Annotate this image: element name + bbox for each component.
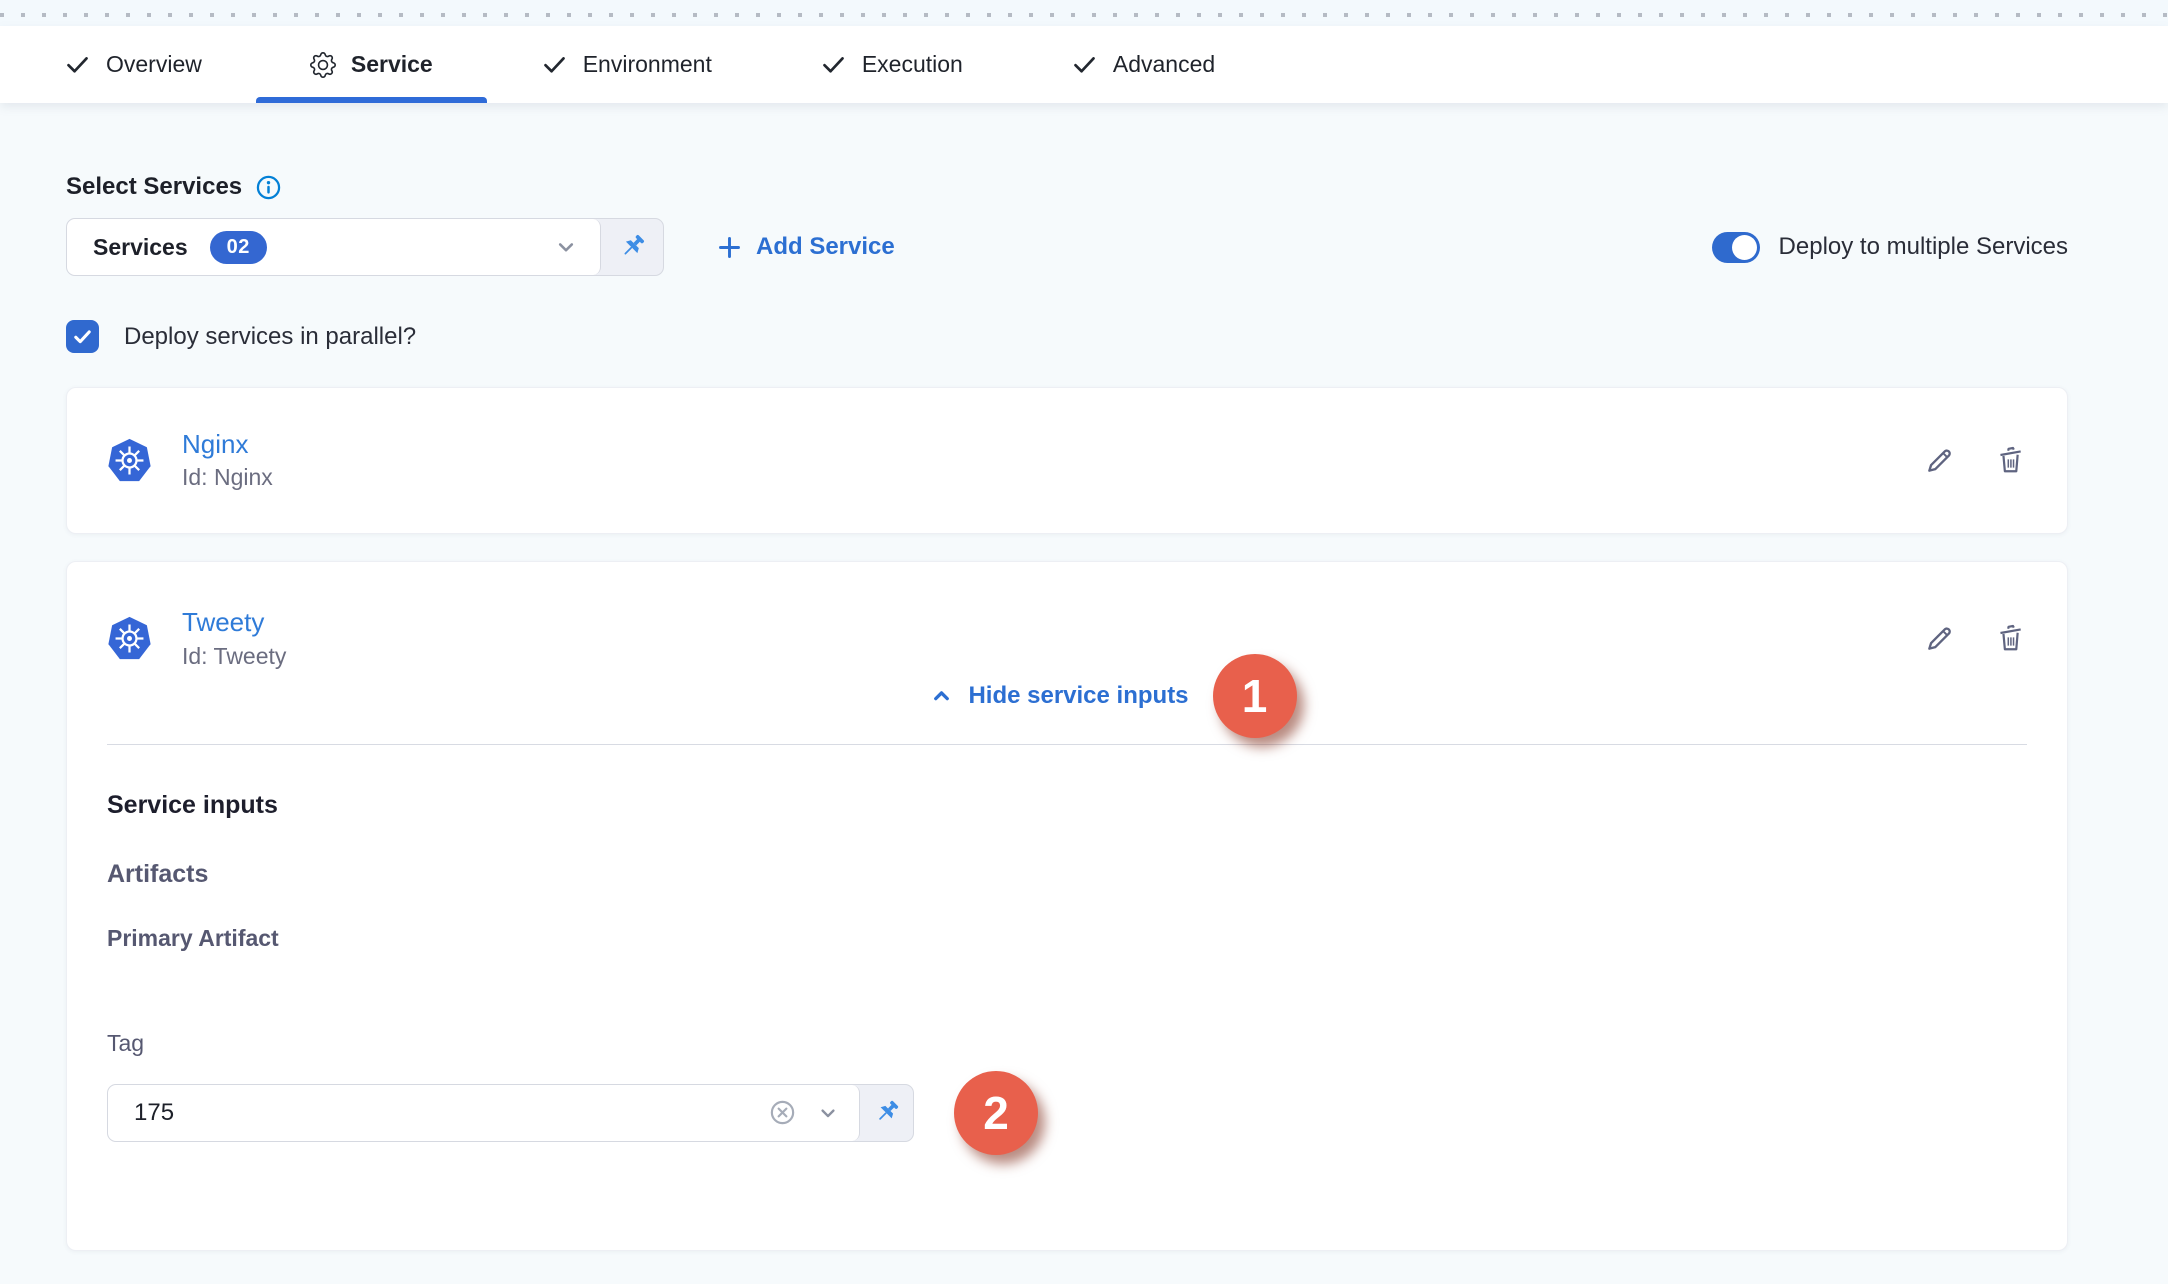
service-card-tweety: Tweety Id: Tweety Hide service inputs 1 xyxy=(66,561,2068,1251)
tab-advanced[interactable]: Advanced xyxy=(1017,26,1269,103)
services-dropdown-value: Services xyxy=(93,234,188,261)
check-icon xyxy=(64,51,91,78)
pencil-icon xyxy=(1923,622,1956,655)
delete-service-button[interactable] xyxy=(1994,622,2027,655)
deploy-parallel-checkbox[interactable] xyxy=(66,320,99,353)
tab-label: Service xyxy=(351,51,433,78)
tab-service[interactable]: Service xyxy=(256,26,487,103)
kubernetes-icon xyxy=(107,616,152,661)
chevron-down-icon xyxy=(552,233,580,261)
select-services-label: Select Services xyxy=(66,173,242,201)
hide-service-inputs-label: Hide service inputs xyxy=(968,682,1188,710)
artifacts-heading: Artifacts xyxy=(107,860,2027,889)
check-icon xyxy=(820,51,847,78)
primary-artifact-heading: Primary Artifact xyxy=(107,925,2027,952)
service-name-link[interactable]: Tweety xyxy=(182,608,286,637)
info-icon[interactable] xyxy=(255,174,282,201)
trash-icon xyxy=(1994,622,2027,655)
tab-environment[interactable]: Environment xyxy=(487,26,766,103)
chevron-down-icon[interactable] xyxy=(815,1100,841,1126)
tab-label: Environment xyxy=(583,51,712,78)
tag-input-group xyxy=(107,1084,914,1142)
plus-icon xyxy=(716,234,743,261)
services-dropdown-group: Services 02 xyxy=(66,218,664,276)
kubernetes-icon xyxy=(107,438,152,483)
tag-input[interactable] xyxy=(134,1099,768,1127)
add-service-label: Add Service xyxy=(756,233,895,261)
tag-field-label: Tag xyxy=(107,1030,2027,1057)
tab-label: Overview xyxy=(106,51,202,78)
annotation-badge-1: 1 xyxy=(1213,654,1297,738)
service-card-nginx: Nginx Id: Nginx xyxy=(66,387,2068,534)
clear-icon[interactable] xyxy=(768,1098,797,1127)
edit-service-button[interactable] xyxy=(1923,444,1956,477)
service-id: Id: Nginx xyxy=(182,464,273,491)
annotation-badge-2: 2 xyxy=(954,1071,1038,1155)
service-tab-content: Select Services Services 02 Add Service … xyxy=(0,173,2168,1251)
tag-input-box xyxy=(108,1085,860,1141)
service-name-link[interactable]: Nginx xyxy=(182,430,273,459)
hide-service-inputs-link[interactable]: Hide service inputs xyxy=(929,682,1188,710)
dotted-border xyxy=(0,13,2168,17)
check-icon xyxy=(541,51,568,78)
tab-label: Execution xyxy=(862,51,963,78)
deploy-multiple-toggle[interactable] xyxy=(1712,232,1760,263)
edit-service-button[interactable] xyxy=(1923,622,1956,655)
add-service-button[interactable]: Add Service xyxy=(716,233,895,261)
card-divider xyxy=(107,744,2027,745)
gear-icon xyxy=(310,52,336,78)
pin-icon xyxy=(617,232,647,262)
services-count-badge: 02 xyxy=(210,231,267,264)
pin-icon xyxy=(872,1098,901,1127)
tag-pin-button[interactable] xyxy=(860,1085,913,1141)
check-icon xyxy=(71,325,94,348)
deploy-multiple-toggle-label: Deploy to multiple Services xyxy=(1779,233,2068,261)
chevron-up-icon xyxy=(929,683,954,708)
top-dotted-strip xyxy=(0,0,2168,26)
service-inputs-heading: Service inputs xyxy=(107,791,2027,820)
tab-execution[interactable]: Execution xyxy=(766,26,1017,103)
tab-overview[interactable]: Overview xyxy=(10,26,256,103)
delete-service-button[interactable] xyxy=(1994,444,2027,477)
pencil-icon xyxy=(1923,444,1956,477)
toggle-knob xyxy=(1732,235,1757,260)
trash-icon xyxy=(1994,444,2027,477)
deploy-parallel-label: Deploy services in parallel? xyxy=(124,323,416,351)
tab-label: Advanced xyxy=(1113,51,1215,78)
pipeline-stage-tabbar: Overview Service Environment Execution A… xyxy=(0,26,2168,103)
services-dropdown[interactable]: Services 02 xyxy=(67,219,601,275)
services-pin-button[interactable] xyxy=(601,219,663,275)
check-icon xyxy=(1071,51,1098,78)
